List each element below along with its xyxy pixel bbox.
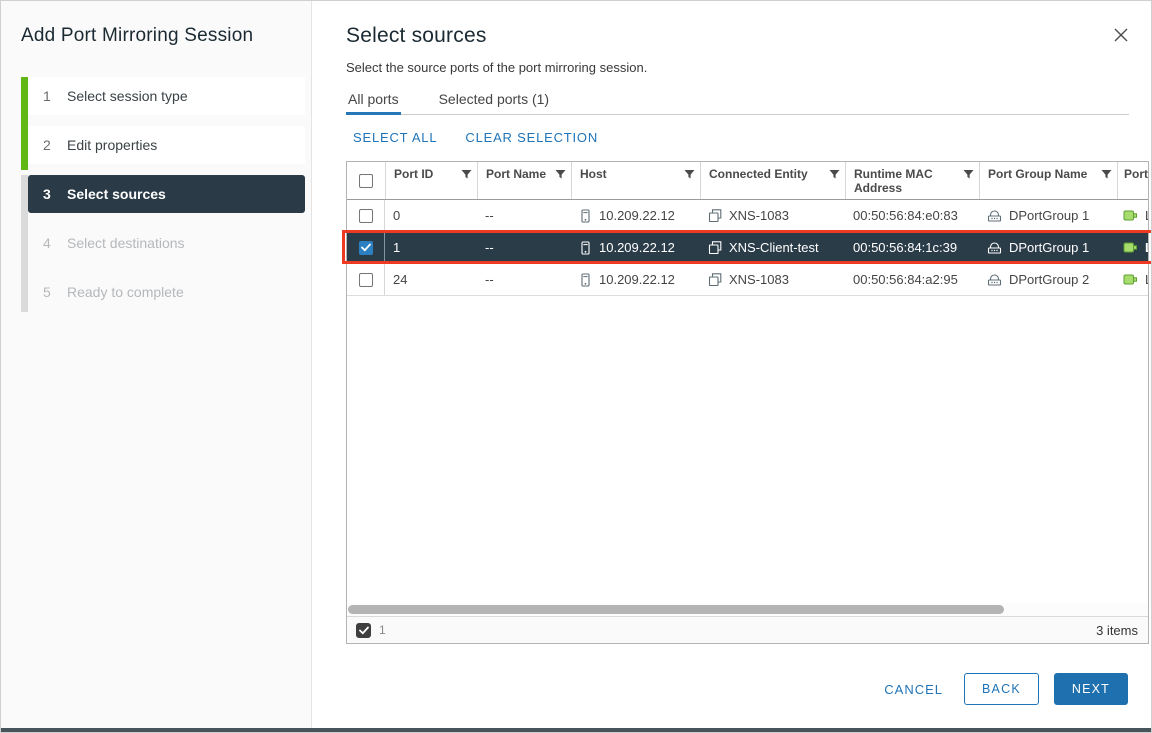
cell-port-state: L xyxy=(1145,240,1148,255)
back-button[interactable]: BACK xyxy=(964,673,1039,705)
cell-host: 10.209.22.12 xyxy=(599,208,675,223)
column-header-port-group: Port Group Name xyxy=(988,167,1087,199)
step-label: Select sources xyxy=(67,186,166,202)
horizontal-scrollbar[interactable] xyxy=(347,603,1148,616)
port-state-up-icon xyxy=(1123,273,1138,286)
vm-icon xyxy=(708,209,722,222)
cell-port-name: -- xyxy=(477,208,571,223)
cancel-button[interactable]: CANCEL xyxy=(878,674,949,705)
cell-port-state: Li xyxy=(1145,208,1148,223)
tab-bar: All ports Selected ports (1) xyxy=(346,85,1129,115)
cell-runtime-mac: 00:50:56:84:a2:95 xyxy=(845,272,979,287)
column-header-port-state: Port State xyxy=(1124,167,1148,199)
cell-port-id: 24 xyxy=(385,272,477,287)
cell-host: 10.209.22.12 xyxy=(599,240,675,255)
add-port-mirroring-dialog: Add Port Mirroring Session 1 Select sess… xyxy=(0,0,1152,733)
cell-connected-entity: XNS-1083 xyxy=(729,272,789,287)
cell-runtime-mac: 00:50:56:84:1c:39 xyxy=(845,240,979,255)
next-button[interactable]: NEXT xyxy=(1054,673,1128,705)
page-title: Select sources xyxy=(346,23,1151,49)
page-description: Select the source ports of the port mirr… xyxy=(346,60,1151,75)
cell-port-name: -- xyxy=(477,240,571,255)
wizard-progress-bar-remaining xyxy=(21,175,28,312)
wizard-step-edit-properties[interactable]: 2 Edit properties xyxy=(28,126,305,164)
filter-icon[interactable] xyxy=(684,169,695,180)
cell-port-group: DPortGroup 1 xyxy=(1009,208,1089,223)
wizard-step-select-session-type[interactable]: 1 Select session type xyxy=(28,77,305,115)
step-number: 2 xyxy=(43,137,52,153)
host-icon xyxy=(579,273,592,287)
table-empty-area xyxy=(347,296,1148,603)
tab-selected-ports[interactable]: Selected ports (1) xyxy=(437,85,552,114)
row-checkbox[interactable] xyxy=(359,209,373,223)
column-header-port-name: Port Name xyxy=(486,167,546,199)
scrollbar-thumb[interactable] xyxy=(348,605,1004,614)
portgroup-icon xyxy=(987,209,1002,222)
filter-icon[interactable] xyxy=(963,169,974,180)
dialog-title: Add Port Mirroring Session xyxy=(21,23,261,48)
filter-icon[interactable] xyxy=(555,169,566,180)
column-header-port-id: Port ID xyxy=(394,167,433,199)
host-icon xyxy=(579,241,592,255)
step-label: Select destinations xyxy=(67,235,185,251)
table-header-row: Port ID Port Name Host Connected En xyxy=(347,162,1148,200)
selected-count: 1 xyxy=(379,623,386,637)
select-all-checkbox[interactable] xyxy=(359,174,373,188)
wizard-step-select-sources[interactable]: 3 Select sources xyxy=(28,175,305,213)
cell-port-id: 0 xyxy=(385,208,477,223)
tab-all-ports[interactable]: All ports xyxy=(346,85,401,114)
cell-port-id: 1 xyxy=(385,240,477,255)
table-row-port-1[interactable]: 1 -- 10.209.22.12 XNS-Client-test 00:50:… xyxy=(347,232,1148,264)
step-label: Ready to complete xyxy=(67,284,184,300)
cell-port-group: DPortGroup 1 xyxy=(1009,240,1089,255)
portgroup-icon xyxy=(987,241,1002,254)
clear-selection-button[interactable]: CLEAR SELECTION xyxy=(465,130,598,145)
close-icon[interactable] xyxy=(1111,25,1131,45)
table-row-port-24[interactable]: 24 -- 10.209.22.12 XNS-1083 00:50:56:84:… xyxy=(347,264,1148,296)
portgroup-icon xyxy=(987,273,1002,286)
row-checkbox-checked[interactable] xyxy=(359,241,373,255)
dialog-footer-buttons: CANCEL BACK NEXT xyxy=(346,673,1149,705)
cell-port-group: DPortGroup 2 xyxy=(1009,272,1089,287)
cell-connected-entity: XNS-1083 xyxy=(729,208,789,223)
cell-connected-entity: XNS-Client-test xyxy=(729,240,819,255)
column-header-connected-entity: Connected Entity xyxy=(709,167,808,199)
host-icon xyxy=(579,209,592,223)
filter-icon[interactable] xyxy=(1101,169,1112,180)
wizard-sidebar: Add Port Mirroring Session 1 Select sess… xyxy=(1,1,312,732)
wizard-step-select-destinations: 4 Select destinations xyxy=(28,224,305,262)
select-all-button[interactable]: SELECT ALL xyxy=(353,130,437,145)
grid-actions: SELECT ALL CLEAR SELECTION xyxy=(346,130,1151,145)
step-label: Select session type xyxy=(67,88,188,104)
port-state-up-icon xyxy=(1123,209,1138,222)
step-number: 5 xyxy=(43,284,52,300)
step-number: 4 xyxy=(43,235,52,251)
filter-icon[interactable] xyxy=(829,169,840,180)
table-footer: 1 3 items xyxy=(347,616,1148,643)
items-count: 3 items xyxy=(1096,623,1138,638)
dialog-body: Select sources Select the source ports o… xyxy=(312,1,1151,732)
wizard-step-ready-to-complete: 5 Ready to complete xyxy=(28,273,305,311)
column-header-runtime-mac: Runtime MAC Address xyxy=(854,167,963,199)
vm-icon xyxy=(708,273,722,286)
wizard-steps: 1 Select session type 2 Edit properties … xyxy=(21,77,311,311)
step-label: Edit properties xyxy=(67,137,157,153)
cell-port-state: Li xyxy=(1145,272,1148,287)
port-state-up-icon xyxy=(1123,241,1138,254)
vm-icon xyxy=(708,241,722,254)
selected-count-checkbox[interactable] xyxy=(356,623,371,638)
cell-host: 10.209.22.12 xyxy=(599,272,675,287)
step-number: 1 xyxy=(43,88,52,104)
filter-icon[interactable] xyxy=(461,169,472,180)
column-header-host: Host xyxy=(580,167,607,199)
table-row-port-0[interactable]: 0 -- 10.209.22.12 XNS-1083 00:50:56:84:e… xyxy=(347,200,1148,232)
row-checkbox[interactable] xyxy=(359,273,373,287)
wizard-progress-bar-complete xyxy=(21,77,28,170)
ports-table: Port ID Port Name Host Connected En xyxy=(346,161,1149,644)
cell-port-name: -- xyxy=(477,272,571,287)
step-number: 3 xyxy=(43,186,52,202)
cell-runtime-mac: 00:50:56:84:e0:83 xyxy=(845,208,979,223)
